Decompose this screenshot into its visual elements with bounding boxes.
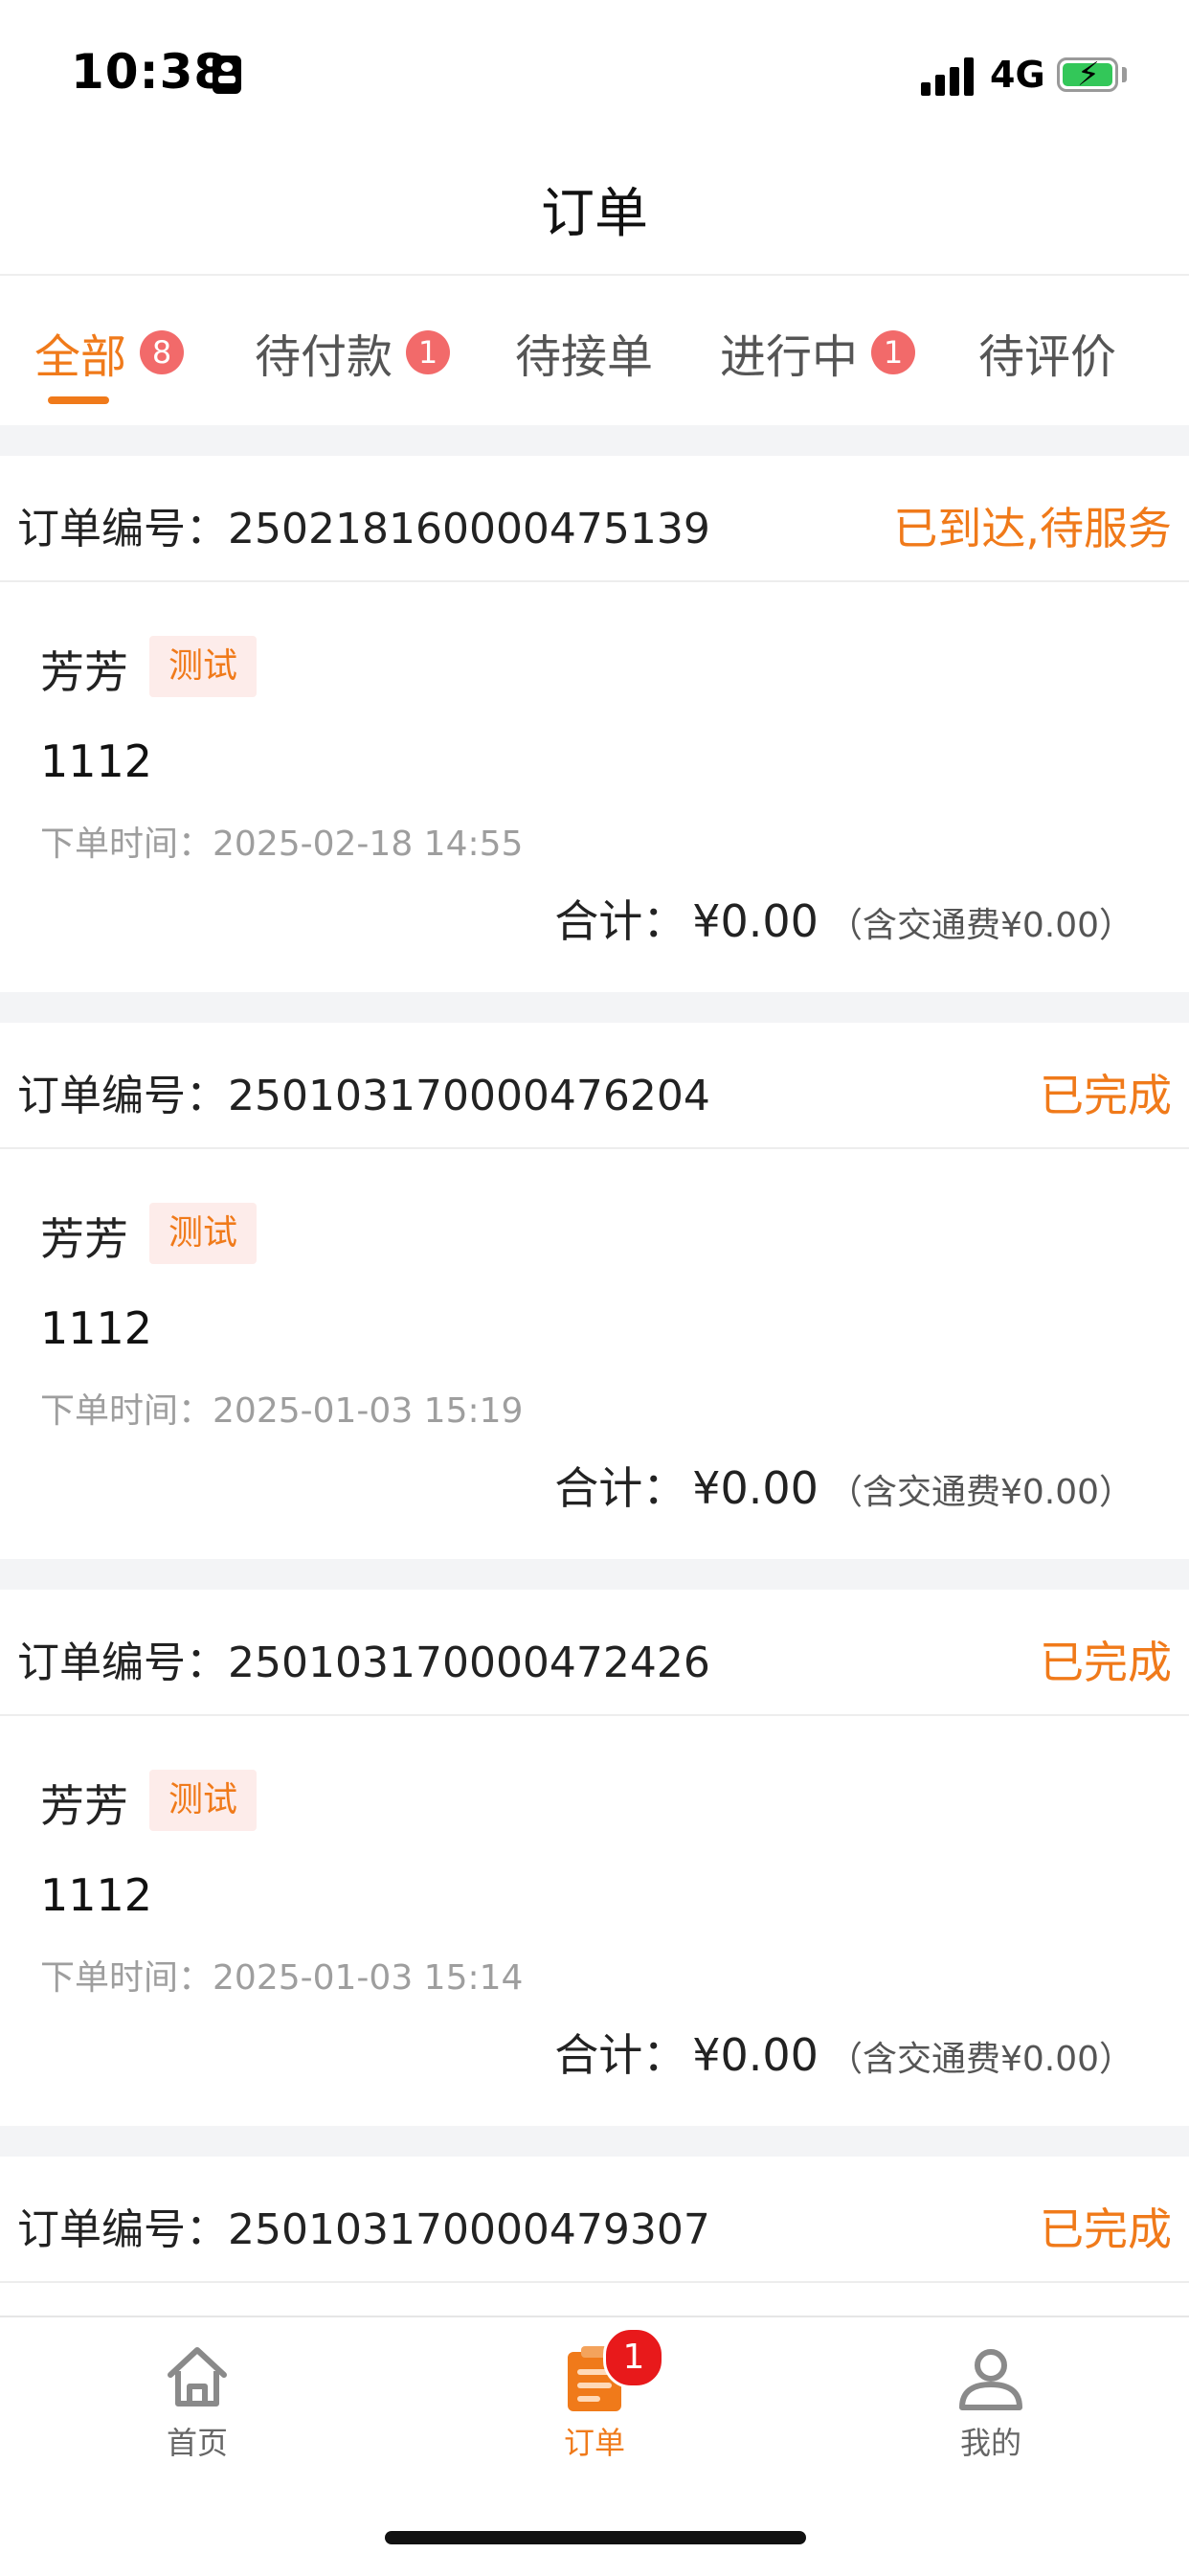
- total-amount: ¥0.00: [692, 895, 819, 947]
- nav-label: 我的: [959, 2425, 1021, 2461]
- tab-all[interactable]: 全部 8: [34, 314, 185, 391]
- tab-pending-accept[interactable]: 待接单: [515, 314, 653, 391]
- active-tab-indicator: [48, 396, 109, 404]
- nav-profile[interactable]: 我的: [895, 2339, 1087, 2463]
- test-tag: 测试: [149, 1770, 258, 1831]
- battery-icon: ⚡: [1057, 57, 1118, 92]
- fee-note: （含交通费¥0.00）: [827, 906, 1133, 945]
- total-amount: ¥0.00: [692, 2029, 819, 2081]
- order-tabs: 全部 8 待付款 1 待接单 进行中 1 待评价: [0, 276, 1189, 425]
- section-gap: [0, 992, 1189, 1023]
- service-name: 1112: [40, 1869, 153, 1921]
- tab-badge: 1: [871, 330, 916, 374]
- page-title: 订单: [541, 183, 648, 245]
- total-label: 合计：: [554, 895, 687, 947]
- order-total: 合计： ¥0.00 （含交通费¥0.00）: [554, 2021, 1133, 2084]
- divider: [0, 2281, 1189, 2283]
- order-card[interactable]: 芳芳 测试 1112 下单时间：2025-01-03 15:14 合计： ¥0.…: [0, 1716, 1189, 2126]
- tab-label: 待付款: [255, 330, 393, 384]
- test-tag: 测试: [149, 636, 258, 697]
- order-status: 已到达,待服务: [893, 503, 1172, 554]
- order-status: 已完成: [1040, 1070, 1172, 1121]
- tab-badge: 8: [140, 330, 185, 374]
- status-time: 10:38: [71, 44, 229, 100]
- total-label: 合计：: [554, 1462, 687, 1514]
- customer-name: 芳芳: [40, 646, 128, 698]
- order-number: 订单编号：250103170000479307: [17, 2205, 710, 2254]
- order-header[interactable]: 订单编号：250103170000479307 已完成: [0, 2157, 1189, 2281]
- tab-pending-review[interactable]: 待评价: [978, 314, 1116, 391]
- order-header[interactable]: 订单编号：250103170000476204 已完成: [0, 1023, 1189, 1147]
- tab-pending-payment[interactable]: 待付款 1: [255, 314, 451, 391]
- nav-orders-badge: 1: [603, 2327, 664, 2388]
- nav-label: 首页: [166, 2425, 228, 2461]
- nav-home[interactable]: 首页: [101, 2339, 293, 2463]
- order-header[interactable]: 订单编号：250218160000475139 已到达,待服务: [0, 456, 1189, 580]
- order-time: 下单时间：2025-01-03 15:19: [40, 1391, 524, 1431]
- order-total: 合计： ¥0.00 （含交通费¥0.00）: [554, 1454, 1133, 1517]
- signal-icon: [921, 57, 975, 96]
- tab-label: 待评价: [978, 330, 1117, 384]
- order-time: 下单时间：2025-02-18 14:55: [40, 825, 524, 864]
- customer-name: 芳芳: [40, 1213, 128, 1265]
- status-bar: 10:38 4G ⚡: [0, 0, 1189, 144]
- tab-label: 待接单: [515, 330, 654, 384]
- section-gap: [0, 425, 1189, 456]
- test-tag: 测试: [149, 1203, 258, 1264]
- id-card-icon: [213, 56, 241, 94]
- total-amount: ¥0.00: [692, 1462, 819, 1514]
- order-time: 下单时间：2025-01-03 15:14: [40, 1958, 524, 1998]
- order-number: 订单编号：250103170000472426: [17, 1638, 710, 1687]
- total-label: 合计：: [554, 2029, 687, 2081]
- tab-label: 全部: [34, 330, 127, 384]
- order-card[interactable]: 芳芳 测试 1112 下单时间：2025-02-18 14:55 合计： ¥0.…: [0, 582, 1189, 992]
- order-number: 订单编号：250218160000475139: [17, 505, 710, 554]
- order-header[interactable]: 订单编号：250103170000472426 已完成: [0, 1590, 1189, 1714]
- network-type: 4G: [990, 54, 1045, 96]
- home-icon: [159, 2339, 236, 2415]
- tab-label: 进行中: [720, 330, 859, 384]
- service-name: 1112: [40, 1302, 153, 1354]
- fee-note: （含交通费¥0.00）: [827, 2040, 1133, 2079]
- tab-in-progress[interactable]: 进行中 1: [720, 314, 916, 391]
- fee-note: （含交通费¥0.00）: [827, 1473, 1133, 1512]
- order-number: 订单编号：250103170000476204: [17, 1072, 710, 1120]
- profile-icon: [953, 2339, 1029, 2415]
- tab-badge: 1: [406, 330, 451, 374]
- customer-name: 芳芳: [40, 1780, 128, 1832]
- home-indicator[interactable]: [385, 2531, 806, 2544]
- section-gap: [0, 2126, 1189, 2157]
- service-name: 1112: [40, 735, 153, 787]
- section-gap: [0, 1559, 1189, 1590]
- order-total: 合计： ¥0.00 （含交通费¥0.00）: [554, 887, 1133, 950]
- nav-label: 订单: [563, 2425, 625, 2461]
- order-status: 已完成: [1040, 1637, 1172, 1688]
- order-card[interactable]: 芳芳 测试 1112 下单时间：2025-01-03 15:19 合计： ¥0.…: [0, 1149, 1189, 1559]
- order-status: 已完成: [1040, 2203, 1172, 2255]
